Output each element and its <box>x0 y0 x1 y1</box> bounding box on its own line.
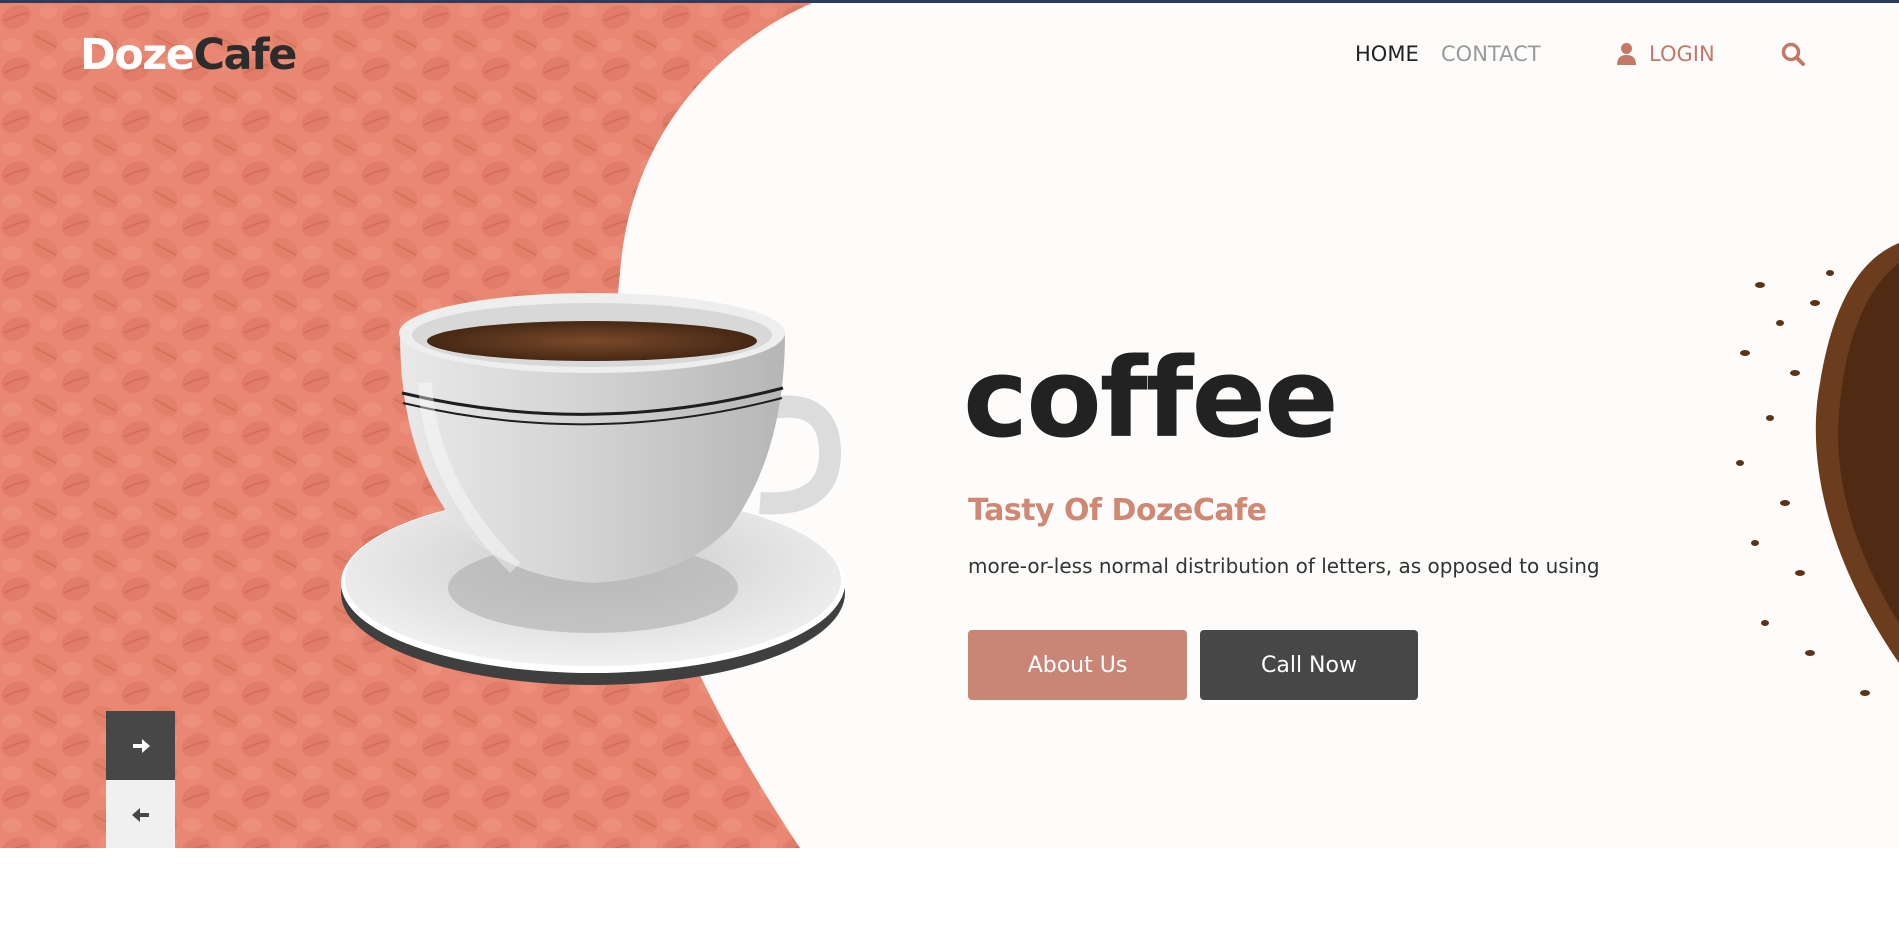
coffee-beans-pile-illustration <box>1736 243 1899 696</box>
nav-contact-link[interactable]: CONTACT <box>1441 41 1541 67</box>
search-icon[interactable] <box>1780 41 1806 67</box>
arrow-right-icon <box>132 738 150 753</box>
nav-login-link[interactable]: LOGIN <box>1616 41 1715 67</box>
hero-title: coffee <box>963 334 1339 462</box>
hero-section: DozeCafe HOME CONTACT LOGIN coffee Tasty… <box>0 3 1899 848</box>
slider-next-button[interactable] <box>106 711 175 780</box>
hero-description: more-or-less normal distribution of lett… <box>968 554 1600 578</box>
about-us-button[interactable]: About Us <box>968 630 1187 700</box>
nav-login-label: LOGIN <box>1649 42 1715 66</box>
slider-prev-button[interactable] <box>106 780 175 848</box>
brand-logo-part1: Doze <box>80 30 195 80</box>
call-now-button[interactable]: Call Now <box>1200 630 1418 700</box>
brand-logo-part2: Cafe <box>193 30 297 80</box>
arrow-left-icon <box>131 807 149 822</box>
brand-logo[interactable]: DozeCafe <box>80 29 297 81</box>
nav-home-link[interactable]: HOME <box>1355 41 1419 67</box>
coffee-cup-illustration <box>341 293 845 685</box>
user-icon <box>1617 43 1636 65</box>
hero-subtitle: Tasty Of DozeCafe <box>968 493 1267 528</box>
coffee-beans-background <box>0 3 812 848</box>
